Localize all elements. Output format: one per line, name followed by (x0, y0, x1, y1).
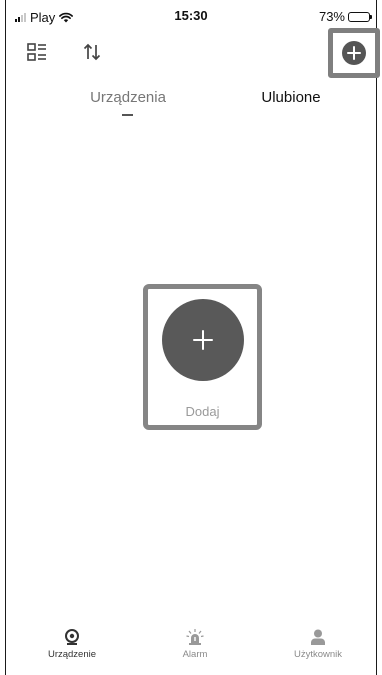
plus-circle-icon[interactable] (342, 41, 366, 65)
battery-percent: 73% (318, 9, 345, 24)
nav-label-devices: Urządzenie (47, 649, 97, 660)
active-tab-indicator (122, 114, 133, 116)
bottom-navigation: Urządzenie Alarm Użytkownik (6, 629, 376, 675)
siren-icon (186, 629, 204, 645)
user-icon (311, 629, 325, 645)
status-bar: Play 15:30 73% (6, 0, 376, 30)
status-bar-right: 73% (318, 9, 372, 24)
nav-item-alarm[interactable]: Alarm (145, 629, 245, 660)
nav-label-alarm: Alarm (182, 649, 208, 660)
camera-icon (65, 629, 79, 645)
add-device-highlight (328, 28, 380, 78)
battery-icon (348, 11, 372, 22)
sort-icon[interactable] (82, 42, 102, 62)
tab-devices[interactable]: Urządzenia (80, 89, 176, 106)
nav-label-user: Użytkownik (293, 649, 343, 660)
add-device-button[interactable] (162, 299, 244, 381)
add-device-card[interactable]: Dodaj (143, 284, 262, 430)
nav-item-user[interactable]: Użytkownik (268, 629, 368, 660)
nav-item-devices[interactable]: Urządzenie (22, 629, 122, 660)
add-device-label: Dodaj (185, 404, 220, 419)
list-view-icon[interactable] (27, 43, 47, 61)
app-screen: Play 15:30 73% Urządzenia Ulubione Dodaj… (5, 0, 380, 675)
tab-favorites[interactable]: Ulubione (246, 89, 336, 106)
